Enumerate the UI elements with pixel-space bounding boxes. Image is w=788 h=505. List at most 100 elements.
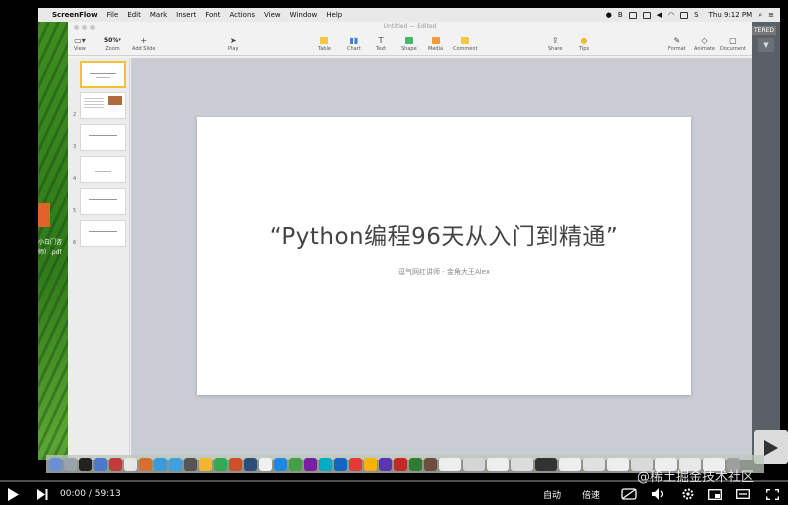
menu-app-name[interactable]: ScreenFlow: [52, 11, 98, 19]
app-icon-18[interactable]: [304, 457, 317, 471]
theater-mode-button[interactable]: [735, 487, 751, 501]
view-button[interactable]: ▭▾ View: [74, 34, 86, 53]
share-button[interactable]: ⇪ Share: [548, 34, 562, 53]
wechat-icon[interactable]: [409, 457, 422, 471]
slide-thumb-3[interactable]: [80, 124, 126, 151]
slide-thumb-2[interactable]: [80, 92, 126, 119]
calendar-icon[interactable]: [124, 457, 137, 471]
slide-number-6: 6: [73, 240, 77, 246]
current-slide[interactable]: “Python编程96天从入门到精通” 逗气网红讲师 - 金角大王Alex: [197, 117, 691, 395]
app-icon-20[interactable]: [334, 457, 347, 471]
app-icon-13[interactable]: [229, 457, 242, 471]
app-icon-12[interactable]: [214, 457, 227, 471]
table-button[interactable]: Table: [318, 34, 331, 52]
settings-button[interactable]: [681, 487, 695, 501]
document-button[interactable]: ▢ Document: [720, 34, 746, 53]
slide-number-2: 2: [73, 112, 77, 118]
miniplayer-button[interactable]: [707, 487, 723, 501]
tips-button[interactable]: ● Tips: [579, 34, 589, 53]
progress-bar[interactable]: [0, 480, 788, 482]
app-icon-21[interactable]: [349, 457, 362, 471]
clock[interactable]: Thu 9:12 PM: [709, 11, 753, 19]
search-icon[interactable]: ⌕: [758, 11, 762, 20]
menu-list-icon[interactable]: ≡: [768, 11, 774, 19]
speed-button[interactable]: 倍速: [582, 487, 600, 501]
menu-window[interactable]: Window: [290, 11, 318, 19]
play-icon: [8, 487, 19, 501]
dock-window-4[interactable]: [511, 457, 533, 471]
dock-window-3[interactable]: [487, 457, 509, 471]
finder-icon[interactable]: [49, 457, 62, 471]
app-icon-5[interactable]: [109, 457, 122, 471]
dock-window-8[interactable]: [607, 457, 629, 471]
play-button[interactable]: [6, 487, 20, 501]
media-button[interactable]: Media: [428, 34, 443, 52]
chevron-down-icon[interactable]: ▼: [758, 38, 774, 52]
chart-icon: ▮▮: [349, 35, 359, 45]
comment-button[interactable]: Comment: [453, 34, 478, 52]
animate-button[interactable]: ◇ Animate: [694, 34, 715, 53]
display-icon[interactable]: [642, 11, 651, 19]
wifi-icon[interactable]: ◠: [668, 11, 674, 19]
wechat-status-icon[interactable]: ●: [606, 11, 612, 19]
dock-window-1[interactable]: [439, 457, 461, 471]
text-button[interactable]: T Text: [376, 34, 386, 53]
status-b[interactable]: B: [618, 11, 623, 19]
format-button[interactable]: ✎ Format: [668, 34, 686, 53]
menu-insert[interactable]: Insert: [176, 11, 196, 19]
status-s[interactable]: S: [694, 11, 698, 19]
app-icon-14[interactable]: [244, 457, 257, 471]
desktop-file-icon[interactable]: [38, 203, 50, 227]
shape-button[interactable]: Shape: [401, 34, 417, 52]
app-icon-16[interactable]: [274, 457, 287, 471]
safari-icon[interactable]: [169, 457, 182, 471]
slide-subtitle[interactable]: 逗气网红讲师 - 金角大王Alex: [197, 267, 691, 277]
dock-window-6[interactable]: [559, 457, 581, 471]
chart-button[interactable]: ▮▮ Chart: [347, 34, 361, 53]
dock-window-5[interactable]: [535, 457, 557, 471]
app-icon-19[interactable]: [319, 457, 332, 471]
add-slide-button[interactable]: + Add Slide: [132, 34, 155, 53]
fullscreen-button[interactable]: [764, 487, 780, 501]
screen-record-icon[interactable]: [628, 11, 637, 19]
thumb-title-line: [89, 231, 117, 232]
thumb-image: [108, 96, 122, 105]
menu-actions[interactable]: Actions: [229, 11, 255, 19]
menu-mark[interactable]: Mark: [150, 11, 167, 19]
slide-thumb-6[interactable]: [80, 220, 126, 247]
slide-thumb-4[interactable]: [80, 156, 126, 183]
menu-edit[interactable]: Edit: [127, 11, 141, 19]
app-icon-17[interactable]: [289, 457, 302, 471]
chrome-icon[interactable]: [199, 457, 212, 471]
play-button[interactable]: ➤ Play: [228, 34, 238, 53]
launchpad-icon[interactable]: [64, 457, 77, 471]
dock-window-2[interactable]: [463, 457, 485, 471]
app-icon-26[interactable]: [424, 457, 437, 471]
menu-view[interactable]: View: [264, 11, 281, 19]
zoom-button[interactable]: 50% ▾ Zoom: [104, 34, 121, 53]
next-button[interactable]: [35, 487, 49, 501]
thumb-sub-line: [95, 171, 111, 172]
app-icon-23[interactable]: [379, 457, 392, 471]
app-icon-7[interactable]: [139, 457, 152, 471]
autoplay-button[interactable]: 自动: [543, 487, 561, 501]
volume-icon[interactable]: ◀: [657, 11, 662, 19]
subtitles-button[interactable]: [620, 487, 638, 501]
app-icon-10[interactable]: [184, 457, 197, 471]
slide-title[interactable]: “Python编程96天从入门到精通”: [197, 217, 691, 251]
battery-icon[interactable]: [680, 11, 689, 19]
menu-help[interactable]: Help: [326, 11, 342, 19]
volume-button[interactable]: [651, 487, 667, 501]
menu-file[interactable]: File: [107, 11, 119, 19]
slide-thumb-5[interactable]: [80, 188, 126, 215]
app-icon-24[interactable]: [394, 457, 407, 471]
dock-window-7[interactable]: [583, 457, 605, 471]
media-label: Media: [428, 46, 444, 52]
app-icon-22[interactable]: [364, 457, 377, 471]
app-icon-8[interactable]: [154, 457, 167, 471]
terminal-icon[interactable]: [79, 457, 92, 471]
app-icon-4[interactable]: [94, 457, 107, 471]
menu-font[interactable]: Font: [205, 11, 220, 19]
slide-thumb-1[interactable]: [80, 61, 126, 88]
app-icon-15[interactable]: [259, 457, 272, 471]
